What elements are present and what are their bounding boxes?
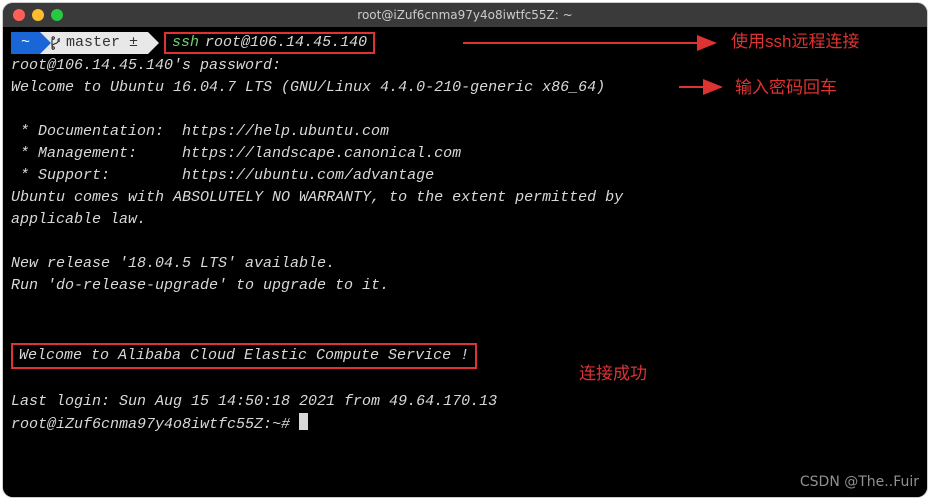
- terminal-body[interactable]: ~ master ± ssh root@106.14.45.140 root@1…: [3, 27, 927, 497]
- blank-line: [11, 369, 919, 391]
- cursor-icon: [299, 413, 308, 430]
- window-title: root@iZuf6cnma97y4o8iwtfc55Z: ~: [3, 8, 927, 22]
- git-branch-icon: [50, 36, 60, 50]
- ssh-command-box: ssh root@106.14.45.140: [164, 32, 375, 54]
- warranty-line-1: Ubuntu comes with ABSOLUTELY NO WARRANTY…: [11, 187, 919, 209]
- blank-line: [11, 297, 919, 319]
- warranty-line-2: applicable law.: [11, 209, 919, 231]
- ssh-keyword: ssh: [172, 32, 199, 54]
- alibaba-welcome-box: Welcome to Alibaba Cloud Elastic Compute…: [11, 343, 477, 369]
- password-prompt-line: root@106.14.45.140's password:: [11, 55, 919, 77]
- prompt-branch-text: master ±: [66, 32, 138, 54]
- blank-line: [11, 319, 919, 341]
- annotation-ssh-remote: 使用ssh远程连接: [731, 31, 859, 53]
- traffic-lights: [13, 9, 63, 21]
- release-line-2: Run 'do-release-upgrade' to upgrade to i…: [11, 275, 919, 297]
- annotation-connected: 连接成功: [579, 363, 647, 385]
- prompt-cwd: ~: [11, 32, 40, 54]
- minimize-icon[interactable]: [32, 9, 44, 21]
- prompt-branch: master ±: [40, 32, 148, 54]
- blank-line: [11, 231, 919, 253]
- support-line: * Support: https://ubuntu.com/advantage: [11, 165, 919, 187]
- arrow-icon: [463, 33, 723, 53]
- blank-line: [11, 99, 919, 121]
- arrow-icon: [679, 77, 729, 97]
- last-login-line: Last login: Sun Aug 15 14:50:18 2021 fro…: [11, 391, 919, 413]
- alibaba-welcome-row: Welcome to Alibaba Cloud Elastic Compute…: [11, 341, 919, 369]
- release-line-1: New release '18.04.5 LTS' available.: [11, 253, 919, 275]
- annotation-enter-password: 输入密码回车: [735, 77, 837, 99]
- management-line: * Management: https://landscape.canonica…: [11, 143, 919, 165]
- alibaba-welcome-text: Welcome to Alibaba Cloud Elastic Compute…: [19, 347, 469, 364]
- terminal-window: root@iZuf6cnma97y4o8iwtfc55Z: ~ ~ master…: [3, 3, 927, 497]
- close-icon[interactable]: [13, 9, 25, 21]
- watermark: CSDN @The..Fuir: [800, 471, 919, 493]
- shell-prompt-text: root@iZuf6cnma97y4o8iwtfc55Z:~#: [11, 416, 299, 433]
- prompt-cwd-text: ~: [21, 32, 30, 54]
- shell-prompt-line[interactable]: root@iZuf6cnma97y4o8iwtfc55Z:~#: [11, 413, 919, 436]
- ssh-target: root@106.14.45.140: [205, 32, 367, 54]
- titlebar: root@iZuf6cnma97y4o8iwtfc55Z: ~: [3, 3, 927, 27]
- zoom-icon[interactable]: [51, 9, 63, 21]
- documentation-line: * Documentation: https://help.ubuntu.com: [11, 121, 919, 143]
